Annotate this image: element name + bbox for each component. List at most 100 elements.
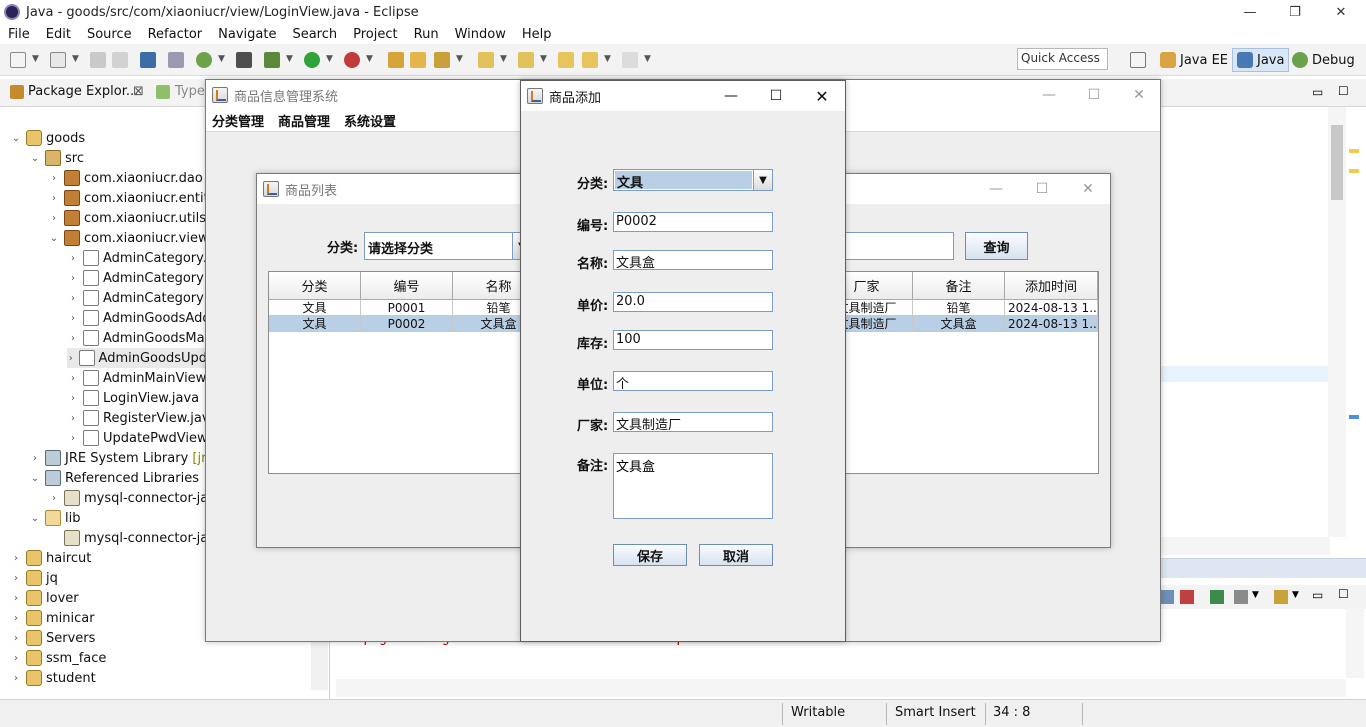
remark-textarea[interactable]: 文具盒: [613, 453, 773, 519]
tab-type-hierarchy[interactable]: Type: [175, 84, 205, 99]
tree-item-java-file-selected[interactable]: › AdminGoodsUpd: [67, 348, 207, 368]
tree-item-lib[interactable]: ⌄ lib: [29, 508, 80, 528]
console-icon[interactable]: [140, 52, 156, 68]
chevron-right-icon[interactable]: ›: [10, 633, 22, 644]
chevron-right-icon[interactable]: ›: [48, 173, 60, 184]
prev-annotation-dropdown-icon[interactable]: ▼: [540, 54, 547, 64]
refresh-dropdown-icon[interactable]: ▼: [218, 54, 225, 64]
chevron-right-icon[interactable]: ›: [48, 213, 60, 224]
search-icon[interactable]: [434, 52, 450, 68]
editor-horizontal-scrollbar[interactable]: [1160, 537, 1330, 555]
perspective-debug[interactable]: Debug: [1288, 48, 1359, 72]
list-category-select[interactable]: 请选择分类 ▼: [364, 232, 532, 260]
tree-item-java-file[interactable]: › AdminCategoryM: [67, 268, 215, 288]
table-cell-remark[interactable]: 铅笔: [913, 300, 1005, 316]
chevron-right-icon[interactable]: ›: [67, 393, 79, 404]
search-dropdown-icon[interactable]: ▼: [456, 54, 463, 64]
warning-marker[interactable]: [1349, 149, 1359, 153]
col-header-code[interactable]: 编号: [361, 272, 453, 300]
category-select[interactable]: 文具 ▼: [613, 169, 773, 191]
menu-window[interactable]: Window: [447, 27, 514, 42]
query-button[interactable]: 查询: [965, 232, 1028, 260]
menu-refactor[interactable]: Refactor: [140, 27, 211, 42]
col-header-added-time[interactable]: 添加时间: [1005, 272, 1098, 300]
menu-navigate[interactable]: Navigate: [210, 27, 284, 42]
table-cell-category[interactable]: 文具: [269, 300, 361, 316]
tree-item-java-file[interactable]: › RegisterView.java: [67, 408, 218, 428]
goods-list-minimize-button[interactable]: —: [973, 174, 1019, 204]
save-icon[interactable]: [90, 52, 106, 68]
back-icon[interactable]: [582, 52, 598, 68]
tree-item-view[interactable]: ⌄ com.xiaoniucr.view: [48, 228, 209, 248]
tree-item-jar[interactable]: › mysql-connector-jav: [48, 488, 216, 508]
goods-add-maximize-button[interactable]: ☐: [753, 81, 799, 111]
display-console-icon[interactable]: [1160, 590, 1174, 604]
new-dropdown-icon[interactable]: ▼: [32, 54, 39, 64]
new-project-icon[interactable]: [50, 52, 66, 68]
external-tools-icon[interactable]: [344, 52, 360, 68]
tree-item-java-file[interactable]: › AdminGoodsMar: [67, 328, 210, 348]
menu-category-management[interactable]: 分类管理: [212, 111, 264, 130]
editor-vertical-scrollbar[interactable]: [1328, 107, 1346, 537]
tree-item-java-file[interactable]: › UpdatePwdView.j: [67, 428, 214, 448]
tree-item-ssm-face[interactable]: › ssm_face: [10, 648, 106, 668]
tree-item-java-file[interactable]: › AdminMainView.j: [67, 368, 213, 388]
occurrence-marker[interactable]: [1349, 415, 1359, 419]
goods-add-close-button[interactable]: ✕: [799, 81, 845, 111]
chevron-right-icon[interactable]: ›: [67, 373, 79, 384]
chevron-right-icon[interactable]: ›: [10, 593, 22, 604]
menu-goods-management[interactable]: 商品管理: [278, 111, 330, 130]
chevron-down-icon[interactable]: ⌄: [10, 133, 22, 144]
col-header-category[interactable]: 分类: [269, 272, 361, 300]
menu-system-settings[interactable]: 系统设置: [344, 111, 396, 130]
forward-icon[interactable]: [622, 52, 638, 68]
menu-source[interactable]: Source: [79, 27, 140, 42]
table-cell-code[interactable]: P0002: [361, 316, 453, 332]
restore-button[interactable]: ❐: [1272, 0, 1318, 24]
run-dropdown-icon[interactable]: ▼: [326, 54, 333, 64]
back-dropdown-icon[interactable]: ▼: [604, 54, 611, 64]
unit-input[interactable]: 个: [613, 371, 773, 391]
chevron-down-icon[interactable]: ⌄: [48, 233, 60, 244]
tree-item-goods[interactable]: ⌄ goods: [10, 128, 85, 148]
chevron-right-icon[interactable]: ›: [67, 333, 79, 344]
table-cell-remark[interactable]: 文具盒: [913, 316, 1005, 332]
chevron-right-icon[interactable]: ›: [67, 433, 79, 444]
chevron-right-icon[interactable]: ›: [67, 353, 75, 364]
tree-item-java-file[interactable]: › AdminGoodsAdd: [67, 308, 211, 328]
chevron-down-icon[interactable]: ⌄: [29, 513, 41, 524]
remove-launch-icon[interactable]: [1180, 590, 1194, 604]
debug-dropdown-icon[interactable]: ▼: [286, 54, 293, 64]
warning-marker[interactable]: [1349, 169, 1359, 173]
last-edit-icon[interactable]: [558, 52, 574, 68]
tree-item-java-file[interactable]: › AdminCategoryAc: [67, 248, 220, 268]
menu-file[interactable]: File: [0, 27, 38, 42]
open-type-icon[interactable]: [388, 52, 404, 68]
goods-list-close-button[interactable]: ✕: [1065, 174, 1111, 204]
console-vertical-scrollbar[interactable]: [1346, 608, 1364, 678]
price-input[interactable]: 20.0: [613, 292, 773, 312]
next-annotation-icon[interactable]: [478, 52, 494, 68]
new-project-dropdown-icon[interactable]: ▼: [72, 54, 79, 64]
console-horizontal-scrollbar[interactable]: [336, 679, 1346, 697]
tree-item-dao[interactable]: › com.xiaoniucr.dao: [48, 168, 203, 188]
new-console-icon[interactable]: [1274, 590, 1288, 604]
menu-project[interactable]: Project: [345, 27, 405, 42]
save-all-icon[interactable]: [112, 52, 128, 68]
run-icon[interactable]: [304, 52, 320, 68]
perspective-java[interactable]: Java: [1232, 48, 1290, 72]
menu-help[interactable]: Help: [514, 27, 560, 42]
main-window-close-button[interactable]: ✕: [1116, 80, 1162, 110]
tree-item-referenced-libraries[interactable]: ⌄ Referenced Libraries: [29, 468, 199, 488]
close-button[interactable]: ✕: [1318, 0, 1364, 24]
minimize-console-icon[interactable]: ▭: [1312, 588, 1323, 602]
chevron-right-icon[interactable]: ›: [10, 613, 22, 624]
tree-item-lover[interactable]: › lover: [10, 588, 79, 608]
tree-item-jre[interactable]: ›JRE System Library [jre1: [29, 448, 222, 468]
maker-input[interactable]: 文具制造厂: [613, 412, 773, 432]
chevron-down-icon[interactable]: ⌄: [29, 153, 41, 164]
tree-item-haircut[interactable]: › haircut: [10, 548, 91, 568]
col-header-remark[interactable]: 备注: [913, 272, 1005, 300]
tree-item-java-file[interactable]: › LoginView.java: [67, 388, 199, 408]
main-window-minimize-button[interactable]: —: [1026, 80, 1072, 110]
